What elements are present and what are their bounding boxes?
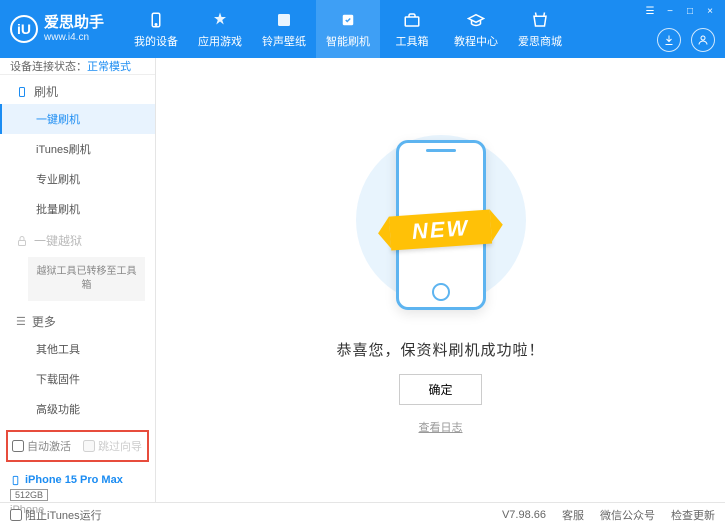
close-icon[interactable]: ×	[701, 4, 719, 18]
flash-icon	[338, 10, 358, 30]
nav-toolbox[interactable]: 工具箱	[380, 0, 444, 58]
user-icon[interactable]	[691, 28, 715, 52]
jailbreak-note: 越狱工具已转移至工具箱	[28, 257, 145, 301]
sidebar-item-oneclick-flash[interactable]: 一键刷机	[0, 104, 155, 134]
sidebar-section-jailbreak: 一键越狱	[0, 224, 155, 253]
nav-label: 我的设备	[134, 33, 178, 49]
nav-ringtones[interactable]: 铃声壁纸	[252, 0, 316, 58]
list-icon: ☰	[16, 315, 26, 328]
sidebar: 设备连接状态： 正常模式 刷机 一键刷机 iTunes刷机 专业刷机 批量刷机 …	[0, 58, 156, 502]
nav-label: 教程中心	[454, 33, 498, 49]
footer-link-update[interactable]: 检查更新	[671, 507, 715, 523]
footer-link-wechat[interactable]: 微信公众号	[600, 507, 655, 523]
app-url: www.i4.cn	[44, 32, 104, 43]
nav-label: 爱思商城	[518, 33, 562, 49]
ringtone-icon	[274, 10, 294, 30]
main-content: NEW 恭喜您，保资料刷机成功啦！ 确定 查看日志	[156, 58, 725, 502]
sidebar-item-download-firmware[interactable]: 下载固件	[0, 364, 155, 394]
section-label: 刷机	[34, 83, 58, 100]
nav-label: 应用游戏	[198, 33, 242, 49]
device-status: 设备连接状态： 正常模式	[0, 58, 155, 75]
header-actions	[657, 28, 715, 52]
block-itunes-checkbox[interactable]: 阻止iTunes运行	[10, 507, 102, 523]
status-value: 正常模式	[87, 58, 131, 74]
sidebar-item-pro-flash[interactable]: 专业刷机	[0, 164, 155, 194]
nav-apps[interactable]: 应用游戏	[188, 0, 252, 58]
success-illustration: NEW	[361, 125, 521, 325]
apps-icon	[210, 10, 230, 30]
window-controls: ☰ − □ ×	[641, 4, 719, 18]
logo-area: iU 爱思助手 www.i4.cn	[10, 15, 104, 43]
status-label: 设备连接状态：	[10, 58, 87, 74]
top-nav: 我的设备 应用游戏 铃声壁纸 智能刷机 工具箱 教程中心 爱思商城	[124, 0, 572, 58]
version-label: V7.98.66	[502, 509, 546, 521]
skip-guide-checkbox[interactable]: 跳过向导	[83, 438, 142, 454]
nav-tutorials[interactable]: 教程中心	[444, 0, 508, 58]
nav-label: 工具箱	[396, 33, 429, 49]
nav-label: 智能刷机	[326, 33, 370, 49]
app-header: iU 爱思助手 www.i4.cn 我的设备 应用游戏 铃声壁纸 智能刷机 工具…	[0, 0, 725, 58]
sidebar-item-batch-flash[interactable]: 批量刷机	[0, 194, 155, 224]
nav-label: 铃声壁纸	[262, 33, 306, 49]
sidebar-section-more[interactable]: ☰ 更多	[0, 305, 155, 334]
nav-my-device[interactable]: 我的设备	[124, 0, 188, 58]
nav-smart-flash[interactable]: 智能刷机	[316, 0, 380, 58]
minimize-icon[interactable]: −	[661, 4, 679, 18]
menu-icon[interactable]: ☰	[641, 4, 659, 18]
auto-activate-checkbox[interactable]: 自动激活	[12, 438, 71, 454]
sidebar-item-other-tools[interactable]: 其他工具	[0, 334, 155, 364]
logo-icon: iU	[10, 15, 38, 43]
tutorial-icon	[466, 10, 486, 30]
section-label: 一键越狱	[34, 232, 82, 249]
device-icon	[146, 10, 166, 30]
ok-button[interactable]: 确定	[399, 374, 481, 405]
checkbox-label: 跳过向导	[98, 438, 142, 454]
footer-link-support[interactable]: 客服	[562, 507, 584, 523]
sidebar-section-flash[interactable]: 刷机	[0, 75, 155, 104]
storage-badge: 512GB	[10, 489, 48, 501]
view-log-link[interactable]: 查看日志	[419, 419, 463, 435]
options-row: 自动激活 跳过向导	[6, 430, 149, 462]
phone-icon	[10, 475, 21, 486]
maximize-icon[interactable]: □	[681, 4, 699, 18]
lock-icon	[16, 235, 28, 247]
success-message: 恭喜您，保资料刷机成功啦！	[336, 339, 544, 360]
store-icon	[530, 10, 550, 30]
checkbox-label: 阻止iTunes运行	[25, 507, 102, 523]
phone-icon	[16, 86, 28, 98]
section-label: 更多	[32, 313, 56, 330]
sidebar-item-advanced[interactable]: 高级功能	[0, 394, 155, 424]
toolbox-icon	[402, 10, 422, 30]
nav-store[interactable]: 爱思商城	[508, 0, 572, 58]
checkbox-label: 自动激活	[27, 438, 71, 454]
download-icon[interactable]	[657, 28, 681, 52]
device-name[interactable]: iPhone 15 Pro Max	[10, 474, 145, 486]
sidebar-item-itunes-flash[interactable]: iTunes刷机	[0, 134, 155, 164]
new-banner: NEW	[389, 210, 492, 251]
app-name: 爱思助手	[44, 15, 104, 32]
